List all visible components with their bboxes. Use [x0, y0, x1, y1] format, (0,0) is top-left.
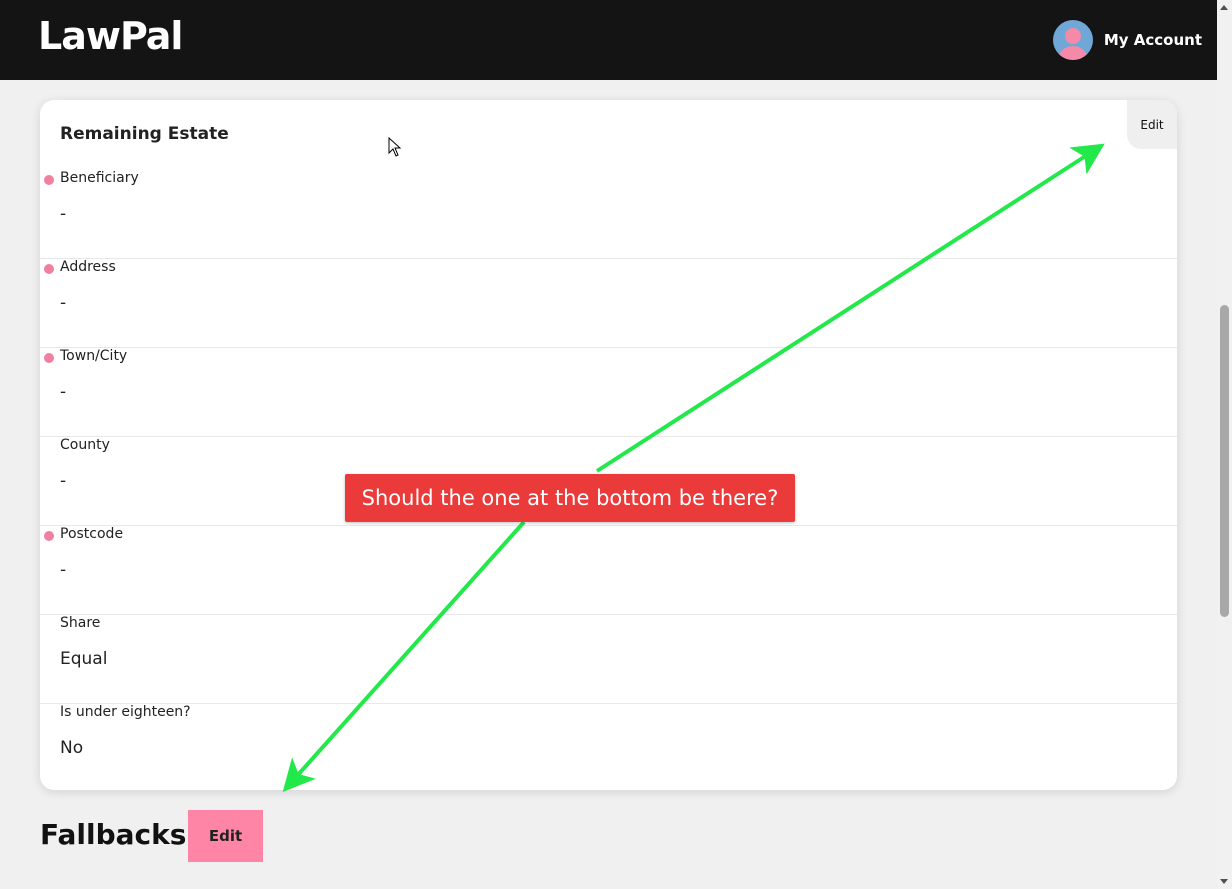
fallbacks-edit-button[interactable]: Edit — [188, 810, 263, 862]
scroll-down-arrow-icon[interactable] — [1220, 879, 1228, 884]
field-label: Address — [60, 259, 116, 275]
fallbacks-heading: Fallbacks — [40, 818, 187, 851]
my-account-label[interactable]: My Account — [1104, 31, 1202, 49]
mouse-cursor-icon — [388, 137, 402, 157]
field-beneficiary: Beneficiary - — [40, 170, 1177, 259]
field-value: No — [60, 738, 84, 758]
card-title: Remaining Estate — [60, 124, 229, 144]
field-value: - — [60, 471, 67, 491]
field-label: County — [60, 437, 110, 453]
avatar-person-icon — [1057, 28, 1088, 60]
field-label: Postcode — [60, 526, 124, 542]
field-value: Equal — [60, 649, 108, 669]
avatar-icon[interactable] — [1052, 20, 1093, 60]
field-share: Share Equal — [40, 615, 1177, 704]
scroll-up-arrow-icon[interactable] — [1220, 5, 1228, 10]
required-dot-icon — [44, 264, 54, 274]
my-account-button[interactable]: My Account — [1052, 20, 1202, 60]
required-dot-icon — [44, 531, 54, 541]
field-value: - — [60, 204, 67, 224]
field-value: - — [60, 560, 67, 580]
field-value: - — [60, 382, 67, 402]
top-navbar: LawPal My Account — [0, 0, 1217, 80]
field-label: Is under eighteen? — [60, 704, 191, 720]
card-edit-button[interactable]: Edit — [1127, 100, 1177, 149]
required-dot-icon — [44, 175, 54, 185]
scrollbar-thumb[interactable] — [1220, 305, 1229, 617]
field-postcode: Postcode - — [40, 526, 1177, 615]
annotation-callout: Should the one at the bottom be there? — [345, 474, 795, 522]
page-scrollbar[interactable] — [1217, 0, 1232, 889]
field-is-under-eighteen: Is under eighteen? No — [40, 704, 1177, 790]
required-dot-icon — [44, 353, 54, 363]
field-label: Town/City — [60, 348, 128, 364]
field-town-city: Town/City - — [40, 348, 1177, 437]
field-label: Share — [60, 615, 101, 631]
lawpal-logo[interactable]: LawPal — [38, 14, 183, 58]
field-value: - — [60, 293, 67, 313]
remaining-estate-card: Remaining Estate Edit Beneficiary - Addr… — [40, 100, 1177, 790]
field-address: Address - — [40, 259, 1177, 348]
field-label: Beneficiary — [60, 170, 139, 186]
